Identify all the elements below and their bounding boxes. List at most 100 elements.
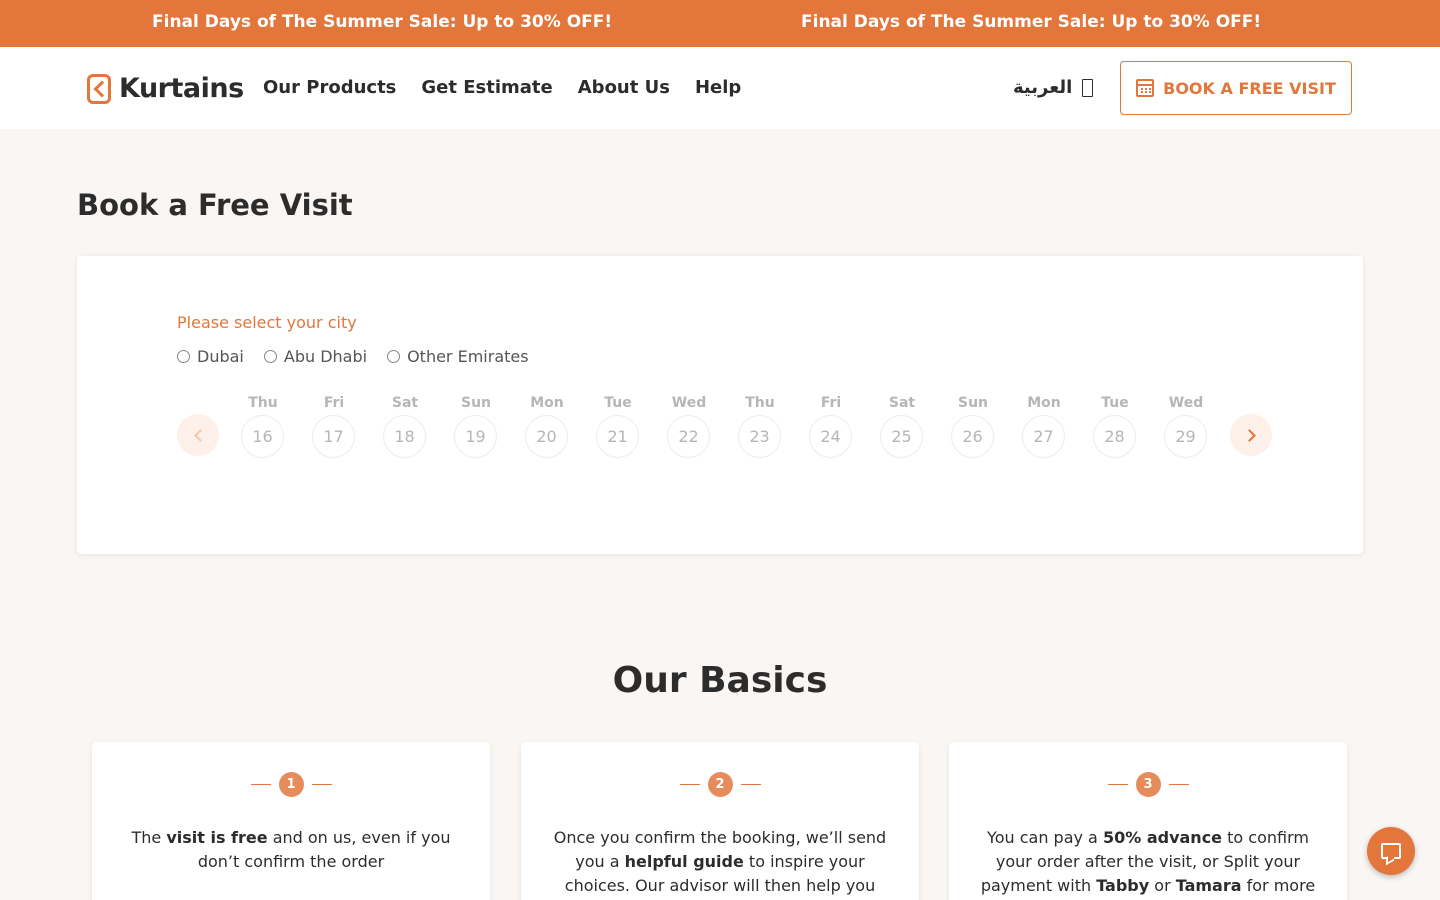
day-number: 21 bbox=[596, 415, 639, 458]
city-option-dubai[interactable]: Dubai bbox=[177, 347, 244, 366]
day-name: Fri bbox=[820, 395, 842, 411]
basics-text: Once you confirm the booking, we’ll send… bbox=[553, 828, 887, 895]
promo-message: Final Days of The Summer Sale: Up to 30%… bbox=[152, 12, 613, 32]
day-number: 28 bbox=[1093, 415, 1136, 458]
day-number: 17 bbox=[312, 415, 355, 458]
emphasis-text: visit is free bbox=[166, 828, 268, 847]
logo-text: Kurtains bbox=[119, 73, 244, 104]
next-dates-button[interactable] bbox=[1230, 414, 1272, 456]
date-picker: Thu 16 Fri 17 Sat 18 Sun 19 Mon 20 Tue 21 Wed 2… bbox=[177, 395, 1277, 465]
day-number: 25 bbox=[880, 415, 923, 458]
date-option[interactable]: Sun 19 bbox=[454, 395, 498, 458]
booking-card: Please select your city Dubai Abu Dhabi … bbox=[77, 256, 1363, 554]
site-header: Kurtains Our Products Get Estimate About… bbox=[0, 47, 1440, 129]
logo[interactable]: Kurtains bbox=[87, 73, 244, 104]
promo-banner: Final Days of The Summer Sale: Up to 30%… bbox=[0, 0, 1440, 47]
book-button-label: BOOK A FREE VISIT bbox=[1163, 78, 1336, 98]
day-name: Wed bbox=[671, 395, 707, 411]
prev-dates-button[interactable] bbox=[177, 414, 219, 456]
radio-button[interactable] bbox=[177, 350, 190, 363]
date-option[interactable]: Fri 17 bbox=[312, 395, 356, 458]
day-number: 19 bbox=[454, 415, 497, 458]
emphasis-text: Tamara bbox=[1175, 876, 1242, 895]
basics-card: 2 Once you confirm the booking, we’ll se… bbox=[521, 742, 919, 900]
logo-mark-icon bbox=[87, 73, 111, 104]
chat-button[interactable] bbox=[1367, 827, 1415, 875]
day-name: Tue bbox=[604, 395, 632, 411]
promo-message: Final Days of The Summer Sale: Up to 30%… bbox=[801, 12, 1262, 32]
calendar-icon bbox=[1136, 79, 1155, 97]
day-name: Sun bbox=[957, 395, 989, 411]
day-name: Wed bbox=[1168, 395, 1204, 411]
step-number: 1 bbox=[92, 772, 490, 797]
city-radio-group: Dubai Abu Dhabi Other Emirates bbox=[177, 347, 529, 366]
emphasis-text: helpful guide bbox=[624, 852, 744, 871]
date-option[interactable]: Sat 18 bbox=[383, 395, 427, 458]
day-number: 16 bbox=[241, 415, 284, 458]
chat-icon bbox=[1381, 843, 1401, 859]
nav-about-us[interactable]: About Us bbox=[578, 77, 670, 98]
day-name: Tue bbox=[1101, 395, 1129, 411]
basics-card: 3 You can pay a 50% advance to confirm y… bbox=[949, 742, 1347, 900]
date-option[interactable]: Tue 28 bbox=[1093, 395, 1137, 458]
day-name: Sun bbox=[460, 395, 492, 411]
day-name: Sat bbox=[391, 395, 419, 411]
language-label: العربية bbox=[1013, 77, 1073, 98]
main-nav: Our Products Get Estimate About Us Help bbox=[263, 77, 741, 98]
step-badge: 3 bbox=[1135, 772, 1161, 797]
book-free-visit-button[interactable]: BOOK A FREE VISIT bbox=[1120, 61, 1352, 115]
page-title: Book a Free Visit bbox=[77, 188, 353, 222]
day-name: Mon bbox=[1027, 395, 1061, 411]
date-option[interactable]: Mon 20 bbox=[525, 395, 569, 458]
basics-text: You can pay a 50% advance to confirm you… bbox=[980, 828, 1316, 895]
day-number: 24 bbox=[809, 415, 852, 458]
city-option-abu-dhabi[interactable]: Abu Dhabi bbox=[263, 347, 368, 366]
day-number: 18 bbox=[383, 415, 426, 458]
nav-get-estimate[interactable]: Get Estimate bbox=[421, 77, 552, 98]
basics-text: The visit is free and on us, even if you… bbox=[131, 828, 451, 871]
date-option[interactable]: Sun 26 bbox=[951, 395, 995, 458]
divider bbox=[311, 784, 332, 785]
date-option[interactable]: Thu 23 bbox=[738, 395, 782, 458]
nav-help[interactable]: Help bbox=[695, 77, 741, 98]
city-option-label: Dubai bbox=[197, 347, 244, 366]
divider bbox=[740, 784, 761, 785]
day-name: Thu bbox=[248, 395, 278, 411]
day-number: 20 bbox=[525, 415, 568, 458]
divider bbox=[1168, 784, 1189, 785]
day-number: 27 bbox=[1022, 415, 1065, 458]
emphasis-text: Tabby bbox=[1096, 876, 1150, 895]
chevron-left-icon bbox=[193, 428, 207, 442]
day-number: 26 bbox=[951, 415, 994, 458]
day-number: 29 bbox=[1164, 415, 1207, 458]
nav-our-products[interactable]: Our Products bbox=[263, 77, 396, 98]
day-number: 22 bbox=[667, 415, 710, 458]
step-number: 3 bbox=[949, 772, 1347, 797]
step-badge: 2 bbox=[707, 772, 733, 797]
date-option[interactable]: Thu 16 bbox=[241, 395, 285, 458]
radio-button[interactable] bbox=[387, 350, 401, 363]
city-option-label: Abu Dhabi bbox=[283, 347, 368, 366]
phone-icon bbox=[1082, 78, 1094, 97]
divider bbox=[250, 784, 271, 785]
date-option[interactable]: Wed 22 bbox=[667, 395, 711, 458]
day-name: Fri bbox=[323, 395, 345, 411]
date-option[interactable]: Tue 21 bbox=[596, 395, 640, 458]
date-option[interactable]: Sat 25 bbox=[880, 395, 924, 458]
city-option-other-emirates[interactable]: Other Emirates bbox=[387, 347, 529, 366]
day-name: Mon bbox=[530, 395, 564, 411]
divider bbox=[1107, 784, 1128, 785]
step-badge: 1 bbox=[278, 772, 304, 797]
date-option[interactable]: Mon 27 bbox=[1022, 395, 1066, 458]
chevron-right-icon bbox=[1242, 428, 1256, 442]
language-switch[interactable]: العربية bbox=[1013, 77, 1094, 98]
basics-title: Our Basics bbox=[612, 660, 828, 701]
divider bbox=[679, 784, 700, 785]
day-name: Thu bbox=[745, 395, 775, 411]
date-option[interactable]: Fri 24 bbox=[809, 395, 853, 458]
city-option-label: Other Emirates bbox=[407, 347, 529, 366]
emphasis-text: 50% advance bbox=[1102, 828, 1223, 847]
basics-card: 1 The visit is free and on us, even if y… bbox=[92, 742, 490, 900]
date-option[interactable]: Wed 29 bbox=[1164, 395, 1208, 458]
radio-button[interactable] bbox=[263, 350, 277, 363]
